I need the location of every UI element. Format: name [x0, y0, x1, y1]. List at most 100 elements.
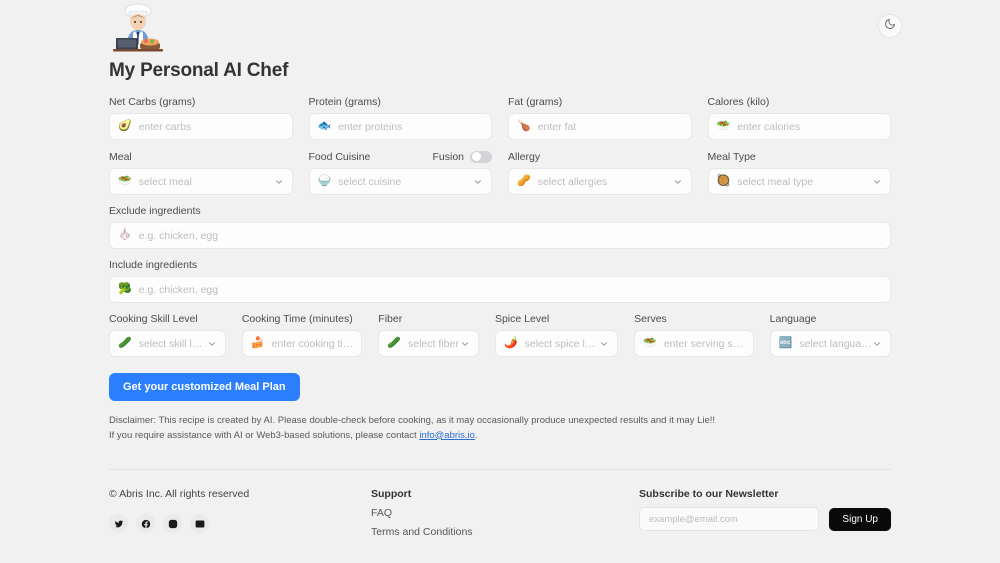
footer-support: Support FAQ Terms and Conditions — [371, 488, 639, 545]
chevron-down-icon — [274, 177, 284, 187]
social-links — [109, 514, 371, 534]
field-exclude-ingredients: Exclude ingredients 🧄 e.g. chicken, egg — [109, 205, 891, 249]
field-net-carbs: Net Carbs (grams) 🥑 enter carbs — [109, 96, 293, 140]
field-label: Include ingredients — [109, 259, 198, 271]
field-label: Protein (grams) — [308, 96, 381, 108]
fusion-toggle[interactable] — [470, 150, 492, 163]
field-allergy: Allergy 🥜 select allergies — [508, 150, 692, 195]
disclaimer-line-1: Disclaimer: This recipe is created by AI… — [109, 415, 716, 426]
placeholder: select allergies — [537, 175, 608, 188]
cake-icon: 🍰 — [250, 337, 265, 349]
protein-input[interactable]: 🐟 enter proteins — [308, 113, 492, 140]
placeholder: enter serving size — [663, 337, 745, 350]
peanut-icon: 🥜 — [517, 175, 531, 187]
email-link[interactable] — [190, 514, 209, 534]
cuisine-icon: 🍚 — [317, 175, 332, 187]
placeholder: select meal type — [737, 175, 814, 188]
newsletter-heading: Subscribe to our Newsletter — [639, 488, 779, 501]
field-label: Cooking Skill Level — [109, 313, 198, 325]
page-title: My Personal AI Chef — [109, 60, 289, 81]
support-heading: Support — [371, 488, 412, 501]
support-link-faq[interactable]: FAQ — [371, 507, 639, 519]
pan-icon: 🥘 — [716, 175, 731, 187]
contact-text: If you require assistance with AI or Web… — [109, 429, 420, 441]
field-label: Calores (kilo) — [707, 96, 770, 108]
bowl-icon: 🥗 — [118, 175, 132, 187]
spice-level-select[interactable]: 🌶️ select spice level — [494, 330, 619, 357]
field-fat: Fat (grams) 🍗 enter fat — [508, 96, 692, 140]
fusion-label: Fusion — [432, 150, 464, 163]
toggle-knob — [471, 152, 481, 161]
language-select[interactable]: 🔤 select language — [769, 330, 891, 357]
facebook-link[interactable] — [136, 514, 155, 534]
field-protein: Protein (grams) 🐟 enter proteins — [308, 96, 492, 140]
newsletter-form: example@email.com Sign Up — [639, 507, 891, 532]
twitter-link[interactable] — [109, 514, 128, 534]
placeholder: e.g. chicken, egg — [138, 229, 219, 242]
cooking-time-input[interactable]: 🍰 enter cooking time — [241, 330, 363, 357]
chevron-down-icon — [673, 177, 683, 187]
label-bar: Food Cuisine Fusion — [308, 150, 492, 163]
ai-chef-logo — [113, 3, 163, 52]
label-bar: Meal — [109, 150, 293, 163]
form-row-macros: Net Carbs (grams) 🥑 enter carbs Protein … — [109, 96, 891, 140]
field-meal-type: Meal Type 🥘 select meal type — [707, 150, 891, 195]
email-icon — [195, 520, 204, 528]
include-ingredients-input[interactable]: 🥦 e.g. chicken, egg — [109, 276, 891, 303]
get-meal-plan-button[interactable]: Get your customized Meal Plan — [109, 373, 300, 401]
placeholder: select skill level — [138, 337, 207, 350]
field-cooking-time: Cooking Time (minutes) 🍰 enter cooking t… — [241, 313, 363, 357]
meat-icon: 🍗 — [517, 120, 531, 132]
calories-input[interactable]: 🥗 enter calories — [707, 113, 891, 140]
field-serves: Serves 🥗 enter serving size — [634, 313, 754, 357]
newsletter-email-input[interactable]: example@email.com — [639, 507, 820, 532]
field-label: Fiber — [378, 313, 403, 325]
instagram-link[interactable] — [163, 514, 182, 534]
field-include-ingredients: Include ingredients 🥦 e.g. chicken, egg — [109, 259, 891, 303]
food-cuisine-select[interactable]: 🍚 select cuisine — [308, 168, 492, 195]
language-icon: 🔤 — [778, 337, 793, 349]
footer-brand: © Abris Inc. All rights reserved — [109, 488, 371, 545]
field-calories: Calores (kilo) 🥗 enter calories — [707, 96, 891, 140]
placeholder: enter carbs — [138, 120, 192, 133]
placeholder: enter calories — [737, 120, 801, 133]
meal-select[interactable]: 🥗 select meal — [109, 168, 293, 195]
cooking-skill-level-select[interactable]: 🥒 select skill level — [109, 330, 226, 357]
contact-email-link[interactable]: info@abris.io — [419, 430, 475, 441]
fish-icon: 🐟 — [317, 120, 332, 132]
placeholder: select cuisine — [338, 175, 402, 188]
placeholder: select spice level — [524, 337, 600, 350]
form-row-include: Include ingredients 🥦 e.g. chicken, egg — [109, 259, 891, 303]
chevron-down-icon — [473, 177, 483, 187]
period: . — [474, 429, 478, 441]
field-label: Meal Type — [707, 150, 756, 163]
exclude-ingredients-input[interactable]: 🧄 e.g. chicken, egg — [109, 222, 891, 249]
main-container: My Personal AI Chef Net Carbs (grams) 🥑 … — [109, 0, 891, 545]
chevron-down-icon — [872, 177, 882, 187]
instagram-icon — [168, 519, 177, 529]
footer-newsletter: Subscribe to our Newsletter example@emai… — [639, 488, 891, 545]
fiber-select[interactable]: 🥒 select fiber — [378, 330, 479, 357]
form-row-preferences: Cooking Skill Level 🥒 select skill level… — [109, 313, 891, 357]
meal-type-select[interactable]: 🥘 select meal type — [707, 168, 891, 195]
support-link-terms[interactable]: Terms and Conditions — [371, 526, 639, 538]
fat-input[interactable]: 🍗 enter fat — [508, 113, 692, 140]
meal-plan-form: Net Carbs (grams) 🥑 enter carbs Protein … — [109, 96, 891, 401]
field-language: Language 🔤 select language — [769, 313, 891, 357]
field-label: Food Cuisine — [308, 150, 371, 163]
signup-button[interactable]: Sign Up — [829, 507, 891, 531]
field-label: Fat (grams) — [508, 96, 563, 108]
field-spice-level: Spice Level 🌶️ select spice level — [494, 313, 619, 357]
allergy-select[interactable]: 🥜 select allergies — [508, 168, 692, 195]
field-cooking-skill-level: Cooking Skill Level 🥒 select skill level — [109, 313, 226, 357]
net-carbs-input[interactable]: 🥑 enter carbs — [109, 113, 293, 140]
label-bar: Allergy — [508, 150, 692, 163]
cucumber-icon: 🥒 — [118, 337, 132, 349]
placeholder: select meal — [138, 175, 192, 188]
field-meal: Meal 🥗 select meal — [109, 150, 293, 195]
copyright-text: © Abris Inc. All rights reserved — [109, 488, 250, 501]
form-row-exclude: Exclude ingredients 🧄 e.g. chicken, egg — [109, 205, 891, 249]
garlic-icon: 🧄 — [118, 229, 132, 241]
field-label: Cooking Time (minutes) — [241, 313, 353, 325]
serves-input[interactable]: 🥗 enter serving size — [634, 330, 754, 357]
